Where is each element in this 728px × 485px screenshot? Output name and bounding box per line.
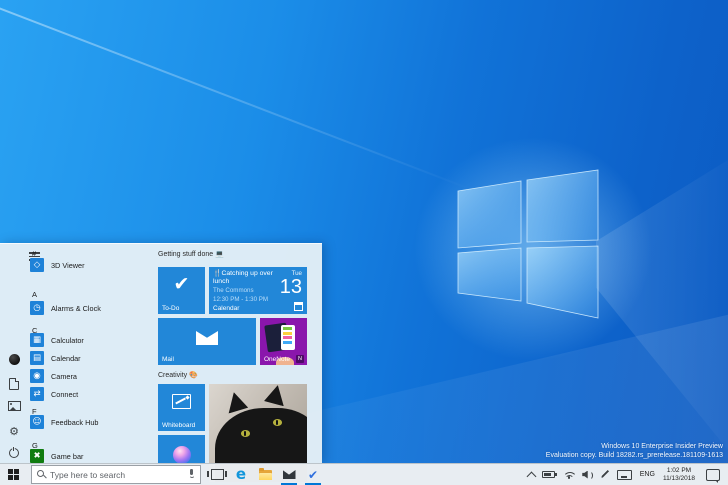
folder-icon [258,467,272,480]
cat-ear [264,384,289,406]
user-account-button[interactable] [0,352,28,366]
onenote-badge-icon: N [296,355,304,363]
calendar-date: Tue 13 [279,270,302,298]
task-view-icon [207,469,227,480]
game-bar-icon: ✖ [30,449,44,463]
start-button[interactable] [0,464,26,485]
connect-icon: ⇄ [30,387,44,401]
speaker-icon [582,470,594,480]
todo-tile[interactable]: ✔ To-Do [158,267,205,314]
todo-check-icon: ✔ [307,467,319,482]
power-icon [9,446,19,458]
app-list-item-connect[interactable]: ⇄ Connect [30,386,152,402]
touch-keyboard-button[interactable] [614,464,636,485]
watermark-line2: Evaluation copy. Build 18282.rs_prerelea… [545,452,723,459]
tile-group-title-getting-stuff-done[interactable]: Getting stuff done 💻 [158,249,224,259]
gear-icon: ⚙ [9,424,19,438]
file-explorer-button[interactable] [253,464,277,485]
document-icon [9,378,19,390]
app-list-item-3d-viewer[interactable]: ◇ 3D Viewer [30,257,152,273]
alarms-clock-icon: ◷ [30,301,44,315]
envelope-icon [196,331,218,345]
onenote-tile[interactable]: OneNote N [260,318,307,365]
microphone-icon[interactable] [188,469,196,480]
calendar-event: 🍴Catching up over lunch The Commons 12:3… [213,270,273,303]
pen-settings[interactable] [597,464,614,485]
user-avatar-icon [8,353,20,365]
action-center-button[interactable] [699,464,726,485]
app-list-item-calculator[interactable]: ▦ Calculator [30,332,152,348]
start-menu-rail: ⚙ [0,244,28,464]
cat-eye [241,430,250,437]
action-center-icon [705,468,720,484]
calendar-badge-icon [294,302,303,311]
phone-illustration [281,325,295,350]
taskbar: e ✔ ENG 1:02 PM 11/13/2018 [0,463,728,485]
app-list-item-feedback-hub[interactable]: ☺ Feedback Hub [30,414,152,430]
language-indicator[interactable]: ENG [636,471,659,478]
calculator-icon: ▦ [30,333,44,347]
documents-button[interactable] [0,377,28,391]
3d-viewer-icon: ◇ [30,258,44,272]
taskbar-search-box[interactable] [31,465,201,484]
app-list-item-game-bar[interactable]: ✖ Game bar [30,448,152,464]
keyboard-icon [617,469,633,480]
edge-button[interactable]: e [229,464,253,485]
pictures-button[interactable] [0,399,28,413]
desktop: Windows 10 Enterprise Insider Preview Ev… [0,0,728,485]
app-list: # ◇ 3D Viewer A ◷ Alarms & Clock C ▦ Cal… [28,244,154,464]
task-view-button[interactable] [205,464,229,485]
clock-time: 1:02 PM [666,466,692,474]
whiteboard-icon [172,394,191,409]
volume-status[interactable] [579,464,597,485]
mail-tile[interactable]: Mail [158,318,256,365]
evaluation-watermark: Windows 10 Enterprise Insider Preview Ev… [546,442,723,460]
feedback-hub-icon: ☺ [30,415,44,429]
app-list-item-calendar[interactable]: ▤ Calendar [30,350,152,366]
taskbar-clock[interactable]: 1:02 PM 11/13/2018 [659,467,699,483]
power-button[interactable] [0,446,28,460]
search-input[interactable] [50,469,184,480]
battery-status[interactable] [539,464,559,485]
network-status[interactable] [559,464,579,485]
cat-eye [273,419,282,426]
app-list-item-alarms-clock[interactable]: ◷ Alarms & Clock [30,300,152,316]
watermark-line1: Windows 10 Enterprise Insider Preview [601,443,723,450]
wifi-icon [562,470,576,479]
todo-button[interactable]: ✔ [301,464,325,485]
windows-logo [457,169,599,319]
taskbar-app-icons: e ✔ [205,464,325,485]
app-list-letter-a[interactable]: A [32,289,37,299]
search-icon [37,470,46,479]
pen-icon [601,470,610,479]
clock-date: 11/13/2018 [662,474,695,482]
pictures-icon [7,400,21,412]
cortana-orb-icon [172,446,191,464]
hidden-icons-button[interactable] [525,464,539,485]
checkmark-icon: ✔ [173,273,190,295]
settings-button[interactable]: ⚙ [0,424,28,438]
whiteboard-tile[interactable]: Whiteboard [158,384,205,431]
tile-group-title-creativity[interactable]: Creativity 🎨 [158,370,198,380]
mail-envelope-icon [282,470,296,479]
app-list-item-camera[interactable]: ◉ Camera [30,368,152,384]
calendar-tile[interactable]: 🍴Catching up over lunch The Commons 12:3… [209,267,307,314]
mail-button[interactable] [277,464,301,485]
camera-icon: ◉ [30,369,44,383]
edge-icon: e [235,465,247,483]
battery-icon [542,470,557,479]
chevron-up-icon [526,471,537,481]
start-menu: ⚙ # ◇ 3D Viewer A ◷ Alarms & Clock C ▦ C… [0,243,322,482]
calendar-app-icon: ▤ [30,351,44,365]
system-tray: ENG 1:02 PM 11/13/2018 [525,464,728,485]
windows-start-icon [7,469,19,480]
